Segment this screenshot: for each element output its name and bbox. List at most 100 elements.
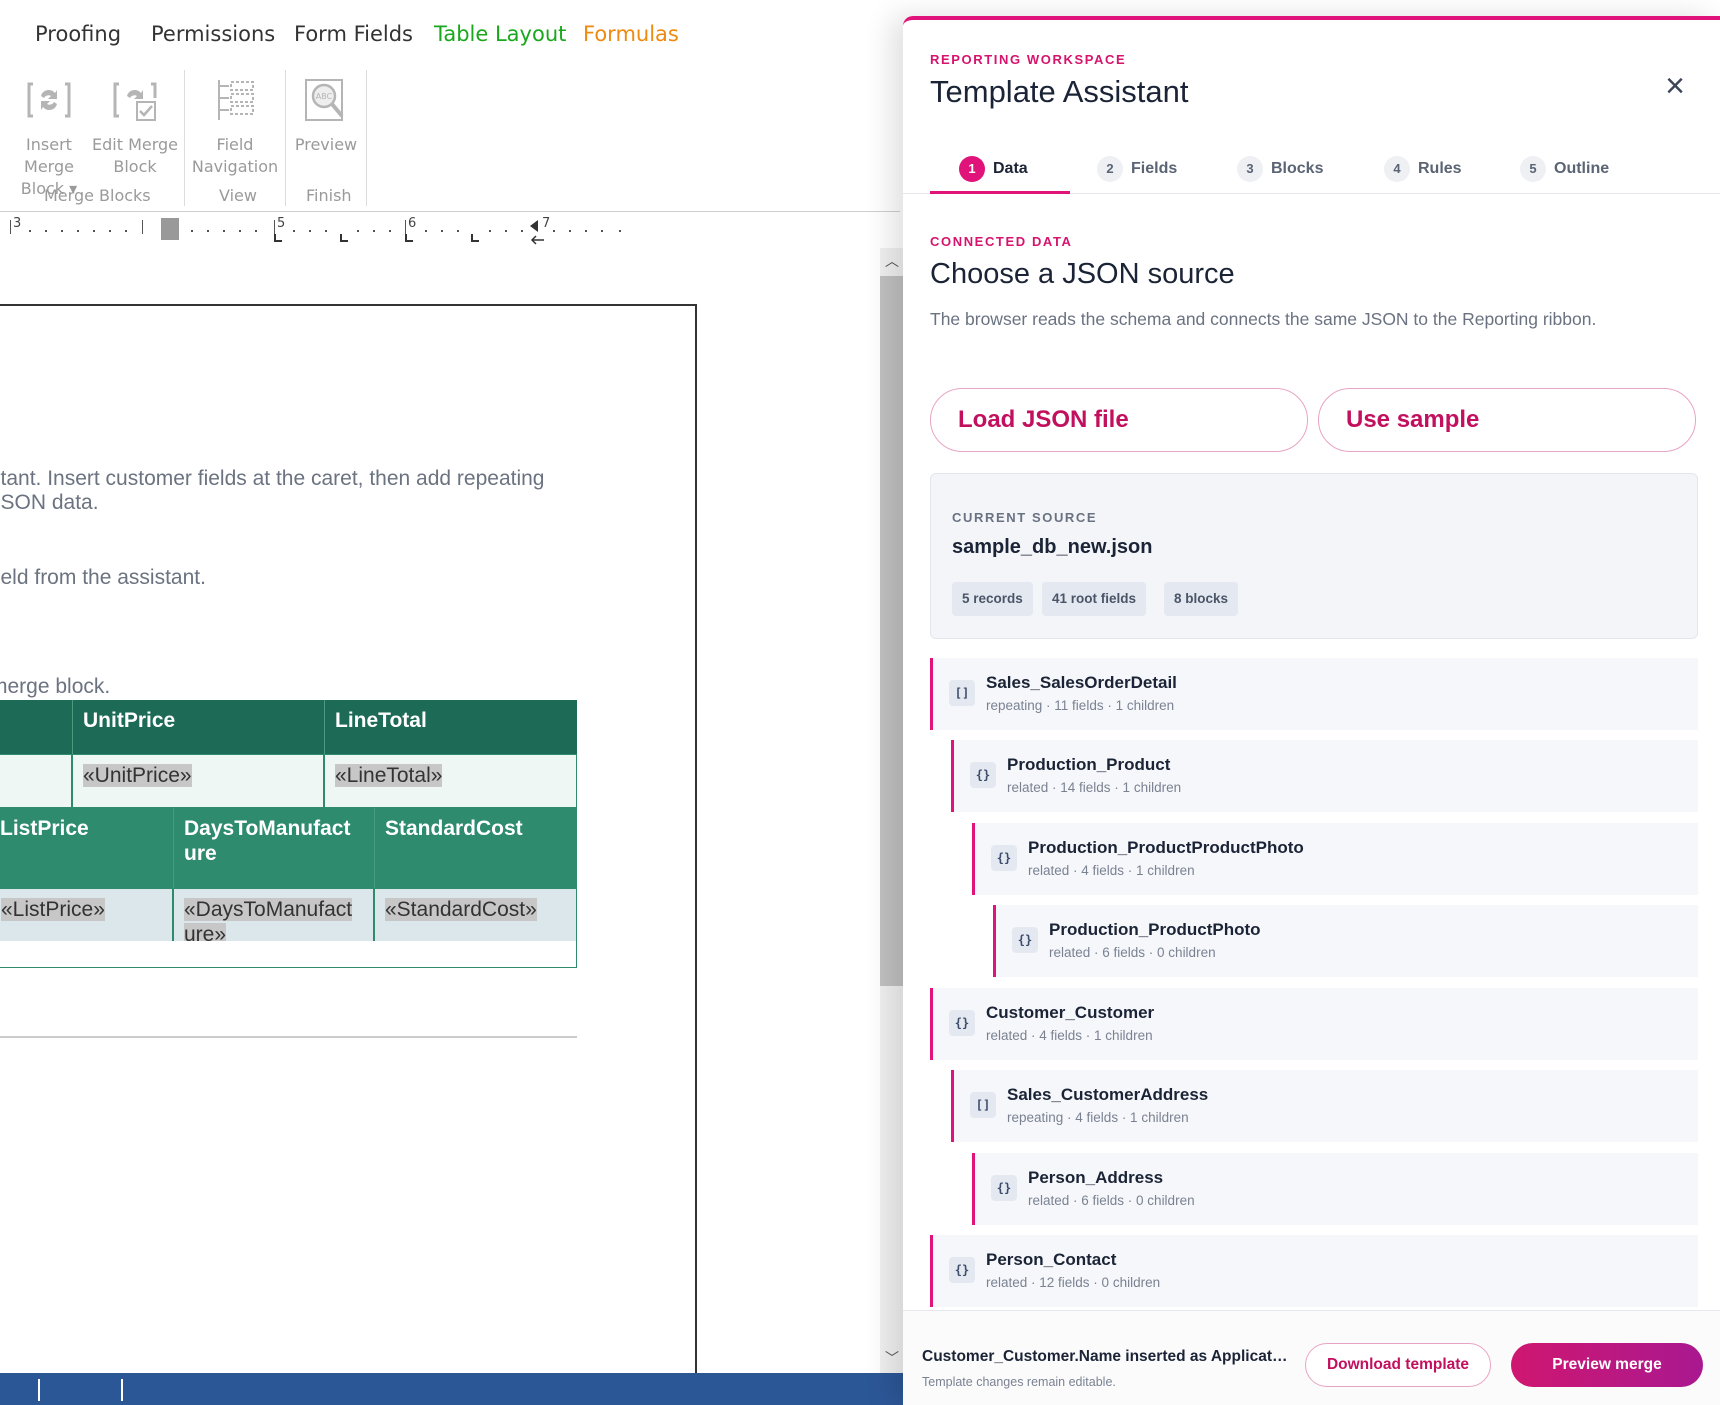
- ruler-dot: [255, 230, 257, 232]
- edit-merge-block-label: Edit Merge: [92, 135, 179, 154]
- tree-item-name: Person_Contact: [986, 1250, 1117, 1269]
- tree-item[interactable]: {} Person_Address related · 6 fields · 0…: [972, 1153, 1698, 1225]
- scroll-down-icon[interactable]: ﹀: [880, 1347, 904, 1371]
- records-badge: 5 records: [952, 582, 1033, 616]
- merge-field[interactable]: «UnitPrice»: [83, 764, 192, 787]
- tree-item[interactable]: {} Production_ProductPhoto related · 6 f…: [993, 905, 1698, 977]
- scroll-up-icon[interactable]: ︿: [880, 250, 904, 274]
- step-label: Blocks: [1271, 160, 1324, 177]
- ribbon-divider: [366, 70, 367, 206]
- document-paragraph[interactable]: stant. Insert customer fields at the car…: [0, 466, 544, 491]
- group-label-view: View: [219, 186, 257, 205]
- tab-form-fields[interactable]: Form Fields: [294, 22, 413, 46]
- preview-button[interactable]: ABC Preview: [290, 76, 362, 156]
- tree-item-name: Production_ProductPhoto: [1049, 920, 1261, 939]
- step-blocks[interactable]: 3 Blocks: [1237, 156, 1323, 184]
- step-fields[interactable]: 2 Fields: [1097, 156, 1177, 184]
- ruler-indent-marker[interactable]: [161, 218, 179, 240]
- document-paragraph[interactable]: merge block.: [0, 674, 110, 699]
- use-sample-button[interactable]: Use sample: [1318, 388, 1696, 452]
- tab-formulas[interactable]: Formulas: [583, 22, 679, 46]
- table-cell[interactable]: [0, 754, 72, 808]
- tree-item[interactable]: [] Sales_CustomerAddress repeating · 4 f…: [951, 1070, 1698, 1142]
- tree-item-meta: related · 14 fields · 1 children: [1007, 780, 1182, 795]
- tree-item-meta: related · 4 fields · 1 children: [1028, 863, 1195, 878]
- tab-permissions[interactable]: Permissions: [151, 22, 275, 46]
- document-canvas[interactable]: stant. Insert customer fields at the car…: [0, 248, 880, 1404]
- scrollbar-thumb[interactable]: [880, 276, 904, 986]
- table-header-text: ure: [184, 842, 217, 865]
- close-icon[interactable]: ×: [1655, 66, 1695, 106]
- step-data[interactable]: 1 Data: [959, 156, 1028, 184]
- merge-table-product[interactable]: ListPrice DaysToManufact ure StandardCos…: [0, 808, 577, 968]
- source-eyebrow: CURRENT SOURCE: [952, 510, 1098, 525]
- tree-item[interactable]: {} Production_Product related · 14 field…: [951, 740, 1698, 812]
- merge-table-sales-order[interactable]: UnitPrice LineTotal «UnitPrice» «LineTot…: [0, 700, 577, 810]
- ruler-dot: [61, 230, 63, 232]
- table-header-cell[interactable]: StandardCost: [374, 808, 577, 888]
- step-number: 3: [1237, 156, 1263, 182]
- step-label: Rules: [1418, 160, 1462, 177]
- page-divider: [0, 1036, 577, 1038]
- merge-field[interactable]: «StandardCost»: [385, 898, 537, 921]
- document-paragraph[interactable]: JSON data.: [0, 490, 99, 515]
- table-header-cell[interactable]: [0, 700, 72, 754]
- edit-merge-block-button[interactable]: Edit Merge Block: [92, 76, 178, 178]
- load-json-file-button[interactable]: Load JSON file: [930, 388, 1308, 452]
- ruler-dot: [29, 230, 31, 232]
- ruler-dot: [223, 230, 225, 232]
- table-header-cell[interactable]: ListPrice: [0, 808, 173, 888]
- download-template-button[interactable]: Download template: [1305, 1343, 1491, 1387]
- ruler-tab-stop[interactable]: [274, 234, 282, 242]
- ruler-dot: [619, 230, 621, 232]
- tree-item[interactable]: {} Customer_Customer related · 4 fields …: [930, 988, 1698, 1060]
- ruler-dot: [309, 230, 311, 232]
- table-header-cell[interactable]: UnitPrice: [72, 700, 324, 754]
- tab-proofing[interactable]: Proofing: [35, 22, 121, 46]
- preview-icon: ABC: [305, 79, 344, 121]
- document-page[interactable]: stant. Insert customer fields at the car…: [0, 304, 697, 1404]
- step-number: 1: [959, 156, 985, 182]
- step-rules[interactable]: 4 Rules: [1384, 156, 1462, 184]
- tab-table-layout[interactable]: Table Layout: [434, 22, 566, 46]
- tree-item[interactable]: {} Person_Contact related · 12 fields · …: [930, 1235, 1698, 1307]
- ruler-dot: [441, 230, 443, 232]
- field-navigation-button[interactable]: Field Navigation: [190, 76, 280, 178]
- ruler-tab-stop[interactable]: [471, 234, 479, 242]
- group-label-merge-blocks: Merge Blocks: [44, 186, 151, 205]
- horizontal-ruler[interactable]: 3 5 6 7: [0, 216, 700, 246]
- insert-merge-block-button[interactable]: Insert Merge Block ▾: [4, 76, 94, 200]
- merge-field[interactable]: «DaysToManufact: [184, 898, 353, 921]
- table-header-cell[interactable]: DaysToManufact ure: [173, 808, 374, 888]
- status-separator: [121, 1379, 123, 1401]
- table-cell[interactable]: «UnitPrice»: [72, 754, 324, 808]
- tree-item-meta: repeating · 4 fields · 1 children: [1007, 1110, 1189, 1125]
- document-paragraph[interactable]: field from the assistant.: [0, 565, 206, 590]
- ruler-dot: [45, 230, 47, 232]
- tree-item[interactable]: [] Sales_SalesOrderDetail repeating · 11…: [930, 658, 1698, 730]
- ribbon-divider: [184, 70, 185, 206]
- section-description: The browser reads the schema and connect…: [930, 309, 1597, 329]
- preview-merge-button[interactable]: Preview merge: [1511, 1343, 1703, 1387]
- panel-footer: Customer_Customer.Name inserted as Appli…: [903, 1310, 1720, 1405]
- ribbon-groups: Insert Merge Block ▾ Edit Merge Block Fi…: [0, 70, 900, 210]
- array-icon: []: [970, 1092, 996, 1118]
- ruler-dot: [357, 230, 359, 232]
- ruler-tab-stop[interactable]: [340, 234, 348, 242]
- merge-field[interactable]: «LineTotal»: [335, 764, 443, 787]
- table-cell[interactable]: «LineTotal»: [324, 754, 577, 808]
- ruler-tab-stop[interactable]: [405, 234, 413, 242]
- merge-field[interactable]: «ListPrice»: [1, 898, 105, 921]
- ruler-tick: [142, 220, 143, 234]
- step-outline[interactable]: 5 Outline: [1520, 156, 1609, 184]
- tree-item[interactable]: {} Production_ProductProductPhoto relate…: [972, 823, 1698, 895]
- table-header-cell[interactable]: LineTotal: [324, 700, 577, 754]
- object-icon: {}: [1012, 927, 1038, 953]
- field-navigation-label: Field: [216, 135, 254, 154]
- panel-title: Template Assistant: [930, 74, 1189, 109]
- status-subtext: Template changes remain editable.: [922, 1375, 1116, 1389]
- tree-item-meta: related · 12 fields · 0 children: [986, 1275, 1161, 1290]
- status-separator: [38, 1379, 40, 1401]
- step-number: 5: [1520, 156, 1546, 182]
- object-icon: {}: [970, 762, 996, 788]
